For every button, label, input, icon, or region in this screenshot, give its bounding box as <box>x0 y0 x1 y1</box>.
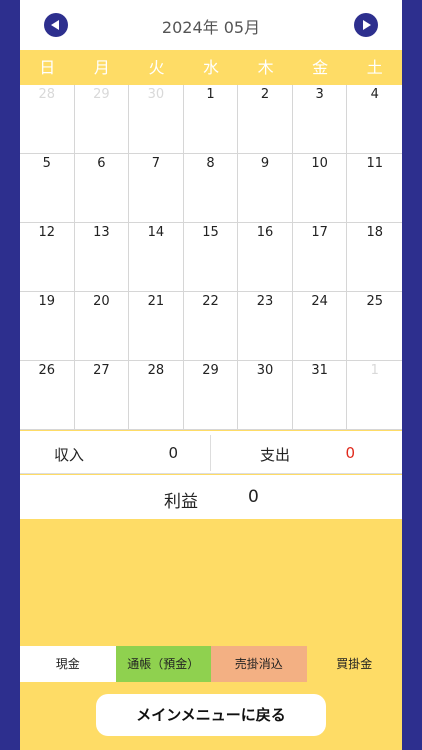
summary-divider <box>210 435 211 471</box>
calendar-day-cell[interactable]: 23 <box>238 292 293 361</box>
weekday-wed: 水 <box>203 58 220 77</box>
calendar-day-cell[interactable]: 27 <box>74 361 130 430</box>
back-to-main-menu-button[interactable]: メインメニューに戻る <box>96 694 326 736</box>
calendar-grid: 28 29 30 1 2 3 4 5 6 7 8 9 10 11 12 13 14 15 16 17 18 19 20 21 2… <box>20 85 402 430</box>
weekday-sun: 日 <box>39 58 56 77</box>
calendar-day-cell[interactable]: 31 <box>292 361 348 430</box>
weekday-header: 日 月 火 水 木 金 土 <box>20 50 402 85</box>
weekday-mon: 月 <box>93 58 110 77</box>
calendar-day-cell[interactable]: 6 <box>74 154 130 223</box>
calendar-day-cell[interactable]: 5 <box>20 154 75 223</box>
profit-summary: 利益 0 <box>20 475 402 519</box>
expense-label: 支出 <box>260 446 291 464</box>
profit-value: 0 <box>248 487 259 507</box>
calendar-day-cell[interactable]: 3 <box>292 85 348 154</box>
calendar-day-cell[interactable]: 29 <box>74 85 130 154</box>
calendar-day-cell[interactable]: 28 <box>20 85 75 154</box>
calendar-day-cell[interactable]: 8 <box>183 154 239 223</box>
app-container: 2024年 05月 日 月 火 水 木 金 土 28 29 30 1 2 3 4 5 6 7 8 9 1… <box>20 0 402 750</box>
calendar-day-cell[interactable]: 14 <box>129 223 184 292</box>
calendar-day-cell[interactable]: 26 <box>20 361 75 430</box>
tab-bank-deposit[interactable]: 通帳（預金） <box>115 646 211 682</box>
calendar-day-cell[interactable]: 15 <box>183 223 239 292</box>
calendar-day-cell[interactable]: 10 <box>292 154 348 223</box>
next-month-button[interactable] <box>354 13 378 37</box>
calendar-day-cell[interactable]: 16 <box>238 223 293 292</box>
calendar-day-cell[interactable]: 30 <box>238 361 293 430</box>
calendar-day-cell[interactable]: 24 <box>292 292 348 361</box>
calendar-day-cell[interactable]: 19 <box>20 292 75 361</box>
weekday-tue: 火 <box>148 58 165 77</box>
month-title: 2024年 05月 <box>161 18 261 37</box>
income-expense-summary: 収入 0 支出 0 <box>20 431 402 474</box>
weekday-fri: 金 <box>312 58 329 77</box>
calendar-day-cell[interactable]: 25 <box>347 292 402 361</box>
calendar-day-cell[interactable]: 2 <box>238 85 293 154</box>
income-value: 0 <box>168 444 178 462</box>
weekday-sat: 土 <box>366 58 383 77</box>
chevron-right-icon <box>363 20 371 30</box>
calendar-day-cell[interactable]: 1 <box>347 361 402 430</box>
calendar-day-cell[interactable]: 7 <box>129 154 184 223</box>
tab-payable[interactable]: 買掛金 <box>306 646 402 682</box>
calendar-day-cell[interactable]: 30 <box>129 85 184 154</box>
calendar-day-cell[interactable]: 20 <box>74 292 130 361</box>
profit-label: 利益 <box>164 492 198 512</box>
calendar-day-cell[interactable]: 1 <box>183 85 239 154</box>
calendar-day-cell[interactable]: 4 <box>347 85 402 154</box>
month-header: 2024年 05月 <box>20 0 402 50</box>
calendar-day-cell[interactable]: 28 <box>129 361 184 430</box>
account-tabs: 現金 通帳（預金） 売掛消込 買掛金 <box>20 646 402 682</box>
calendar-day-cell[interactable]: 13 <box>74 223 130 292</box>
calendar-day-cell[interactable]: 11 <box>347 154 402 223</box>
expense-value: 0 <box>345 444 355 462</box>
calendar-day-cell[interactable]: 29 <box>183 361 239 430</box>
calendar-day-cell[interactable]: 21 <box>129 292 184 361</box>
weekday-thu: 木 <box>257 58 274 77</box>
calendar-day-cell[interactable]: 22 <box>183 292 239 361</box>
calendar-day-cell[interactable]: 18 <box>347 223 402 292</box>
calendar-day-cell[interactable]: 12 <box>20 223 75 292</box>
tab-receivable-tax[interactable]: 売掛消込 <box>211 646 307 682</box>
tab-cash[interactable]: 現金 <box>20 646 116 682</box>
calendar-day-cell[interactable]: 9 <box>238 154 293 223</box>
calendar-day-cell[interactable]: 17 <box>292 223 348 292</box>
income-label: 収入 <box>54 446 85 464</box>
